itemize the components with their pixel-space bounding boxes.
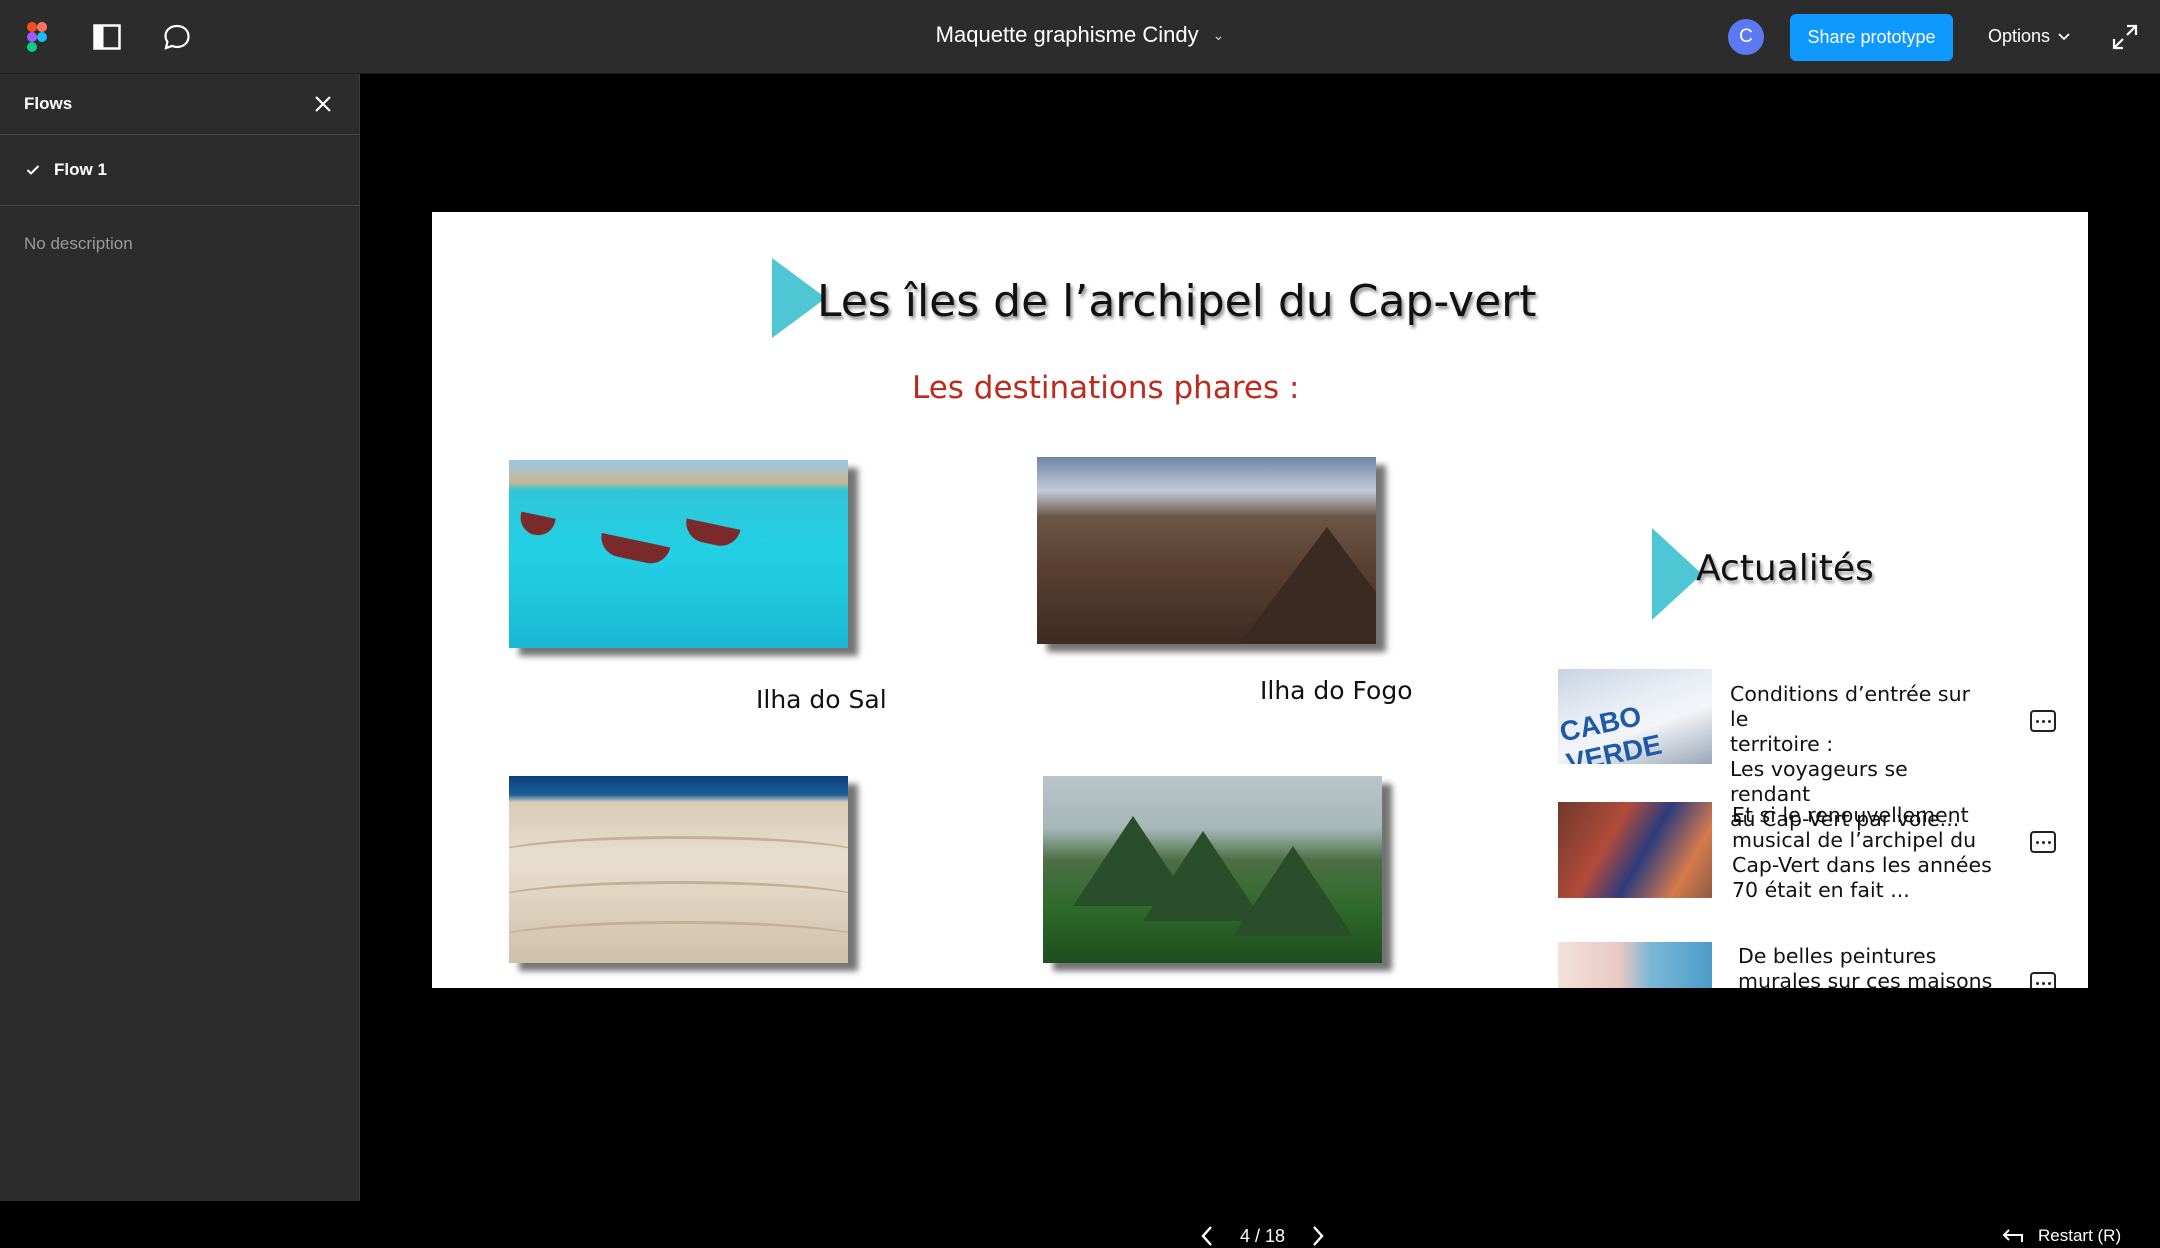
volcano-shape xyxy=(1237,527,1376,644)
photo-green-mountains[interactable] xyxy=(1043,776,1382,963)
chevron-down-icon xyxy=(2058,32,2070,40)
chevron-down-icon: ⌄ xyxy=(1212,26,1225,43)
news-thumbnail-plane[interactable]: CABO VERDE xyxy=(1558,669,1712,764)
slide-subtitle: Les destinations phares : xyxy=(912,370,1300,406)
chevron-left-icon[interactable] xyxy=(1198,1224,1218,1248)
boat-shape xyxy=(682,518,741,550)
flow-description: No description xyxy=(24,234,133,253)
slide-title: Les îles de l’archipel du Cap-vert xyxy=(817,276,1537,327)
file-title-menu[interactable]: Maquette graphisme Cindy ⌄ xyxy=(936,22,1225,48)
more-options-icon[interactable] xyxy=(2030,972,2056,988)
news-item-text[interactable]: Et si le renouvellement musical de l’arc… xyxy=(1732,803,2002,903)
news-heading: Actualités xyxy=(1696,548,1874,589)
flow-item-label: Flow 1 xyxy=(54,160,107,179)
boat-shape xyxy=(597,532,671,568)
photo-ilha-do-sal[interactable] xyxy=(509,460,848,648)
news-line: Cap-Vert dans les années xyxy=(1732,853,1992,877)
news-line: murales sur ces maisons xyxy=(1738,969,1993,988)
expand-icon[interactable] xyxy=(2110,22,2140,52)
news-item-text[interactable]: De belles peintures murales sur ces mais… xyxy=(1738,944,1998,988)
check-icon xyxy=(26,165,40,175)
restart-arrow-icon xyxy=(2002,1229,2023,1242)
top-toolbar: Maquette graphisme Cindy ⌄ C Share proto… xyxy=(0,0,2160,74)
restart-button[interactable]: Restart (R) xyxy=(2002,1226,2121,1246)
prototype-canvas: Les îles de l’archipel du Cap-vert Les d… xyxy=(361,74,2160,1246)
options-menu[interactable]: Options xyxy=(1988,26,2070,47)
chevron-right-icon[interactable] xyxy=(1307,1224,1327,1248)
flows-sidebar: Flows Flow 1 No description xyxy=(0,74,360,1201)
caption-ilha-do-sal: Ilha do Sal xyxy=(756,685,887,714)
close-icon[interactable] xyxy=(311,92,335,116)
news-thumbnail-murals[interactable] xyxy=(1558,942,1712,988)
avatar[interactable]: C xyxy=(1728,19,1764,55)
comment-icon[interactable] xyxy=(160,20,194,54)
mountain-peak xyxy=(1233,846,1353,936)
news-line: Les voyageurs se rendant xyxy=(1730,757,1908,806)
boat-shape xyxy=(517,511,556,539)
page-indicator: 4 / 18 xyxy=(1240,1225,1286,1246)
dune-ripple xyxy=(509,836,848,876)
share-prototype-button[interactable]: Share prototype xyxy=(1790,14,1953,61)
page-navigator: 4 / 18 xyxy=(1198,1224,1327,1248)
news-line: Conditions d’entrée sur le xyxy=(1730,682,1971,731)
photo-sand-dunes[interactable] xyxy=(509,776,848,963)
more-options-icon[interactable] xyxy=(2030,831,2056,853)
thumbnail-text: CABO VERDE xyxy=(1558,700,1665,764)
figma-logo-icon[interactable] xyxy=(20,20,54,54)
restart-label: Restart (R) xyxy=(2038,1226,2122,1245)
prototype-frame[interactable]: Les îles de l’archipel du Cap-vert Les d… xyxy=(432,212,2088,988)
news-thumbnail-musicians[interactable] xyxy=(1558,802,1712,898)
flow-item[interactable]: Flow 1 xyxy=(0,135,359,206)
caption-ilha-do-fogo: Ilha do Fogo xyxy=(1260,676,1413,705)
photo-ilha-do-fogo[interactable] xyxy=(1037,457,1376,644)
dune-ripple xyxy=(509,921,848,961)
triangle-bullet-icon xyxy=(1652,528,1702,620)
news-line: musical de l’archipel du xyxy=(1732,828,1977,852)
options-label: Options xyxy=(1988,26,2051,46)
dune-ripple xyxy=(509,881,848,921)
news-line: 70 était en fait ... xyxy=(1732,878,1910,902)
news-line: Et si le renouvellement xyxy=(1732,803,1969,827)
file-title: Maquette graphisme Cindy xyxy=(935,22,1199,47)
flows-header: Flows xyxy=(0,74,359,135)
news-line: De belles peintures xyxy=(1738,944,1937,968)
more-options-icon[interactable] xyxy=(2030,710,2056,732)
panel-toggle-icon[interactable] xyxy=(90,20,124,54)
news-line: territoire : xyxy=(1730,732,1834,756)
flows-heading: Flows xyxy=(24,94,73,113)
